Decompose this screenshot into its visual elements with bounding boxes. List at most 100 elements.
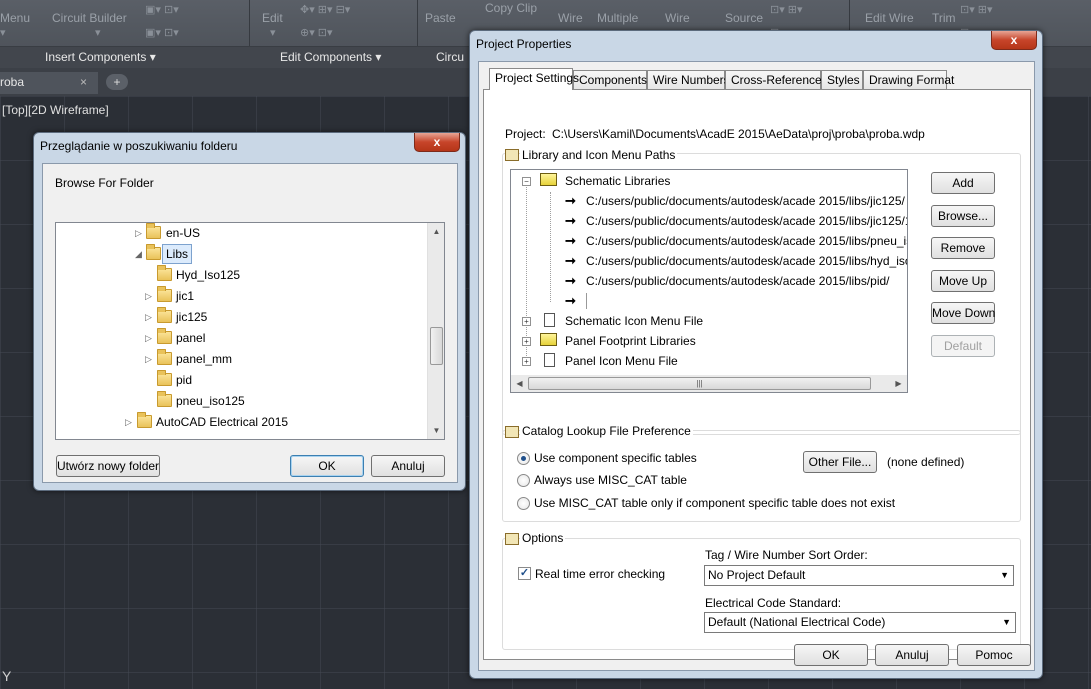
ribbon-wire2-label[interactable]: Wire (665, 11, 690, 25)
document-tab[interactable]: roba × (0, 72, 98, 94)
tree-item-libs[interactable]: ◢ Libs (56, 244, 426, 264)
tree-item-schematic-libraries[interactable]: − Schematic Libraries (511, 171, 901, 191)
close-icon[interactable]: × (80, 75, 87, 89)
tree-item-panel[interactable]: ▷ panel (56, 328, 426, 348)
ribbon-trim-label[interactable]: Trim (932, 11, 956, 25)
tree-item-library-path[interactable]: ➞ C:/users/public/documents/autodesk/aca… (511, 271, 901, 291)
panel-title-insert-components[interactable]: Insert Components ▾ (45, 50, 156, 64)
folder-icon (157, 286, 172, 302)
expand-arrow-icon[interactable]: ▷ (145, 286, 152, 306)
sort-order-select[interactable]: No Project Default ▼ (704, 565, 1014, 586)
horizontal-scrollbar[interactable]: ◀ ||| ▶ (511, 375, 907, 392)
other-file-button[interactable]: Other File... (803, 451, 877, 473)
cancel-button[interactable]: Anuluj (371, 455, 445, 477)
ribbon-source-label[interactable]: Source (725, 11, 763, 25)
tool-icon[interactable]: ⊡▾ ⊞▾ (960, 3, 993, 16)
radio-label[interactable]: Always use MISC_CAT table (534, 473, 687, 487)
tree-item-library-path[interactable]: ➞ C:/users/public/documents/autodesk/aca… (511, 211, 907, 231)
scroll-down-icon[interactable]: ▼ (428, 422, 444, 439)
radio-label[interactable]: Use component specific tables (534, 451, 697, 465)
default-button[interactable]: Default (931, 335, 995, 357)
tab-drawing-format[interactable]: Drawing Format (863, 70, 954, 89)
ribbon-multiple-label[interactable]: Multiple (597, 11, 638, 25)
tool-icon[interactable]: ⊡▾ ⊞▾ (770, 3, 803, 16)
expand-icon[interactable]: + (522, 337, 531, 346)
scroll-up-icon[interactable]: ▲ (428, 223, 444, 240)
tree-item-library-path[interactable]: ➞ C:/users/public/documents/autodesk/aca… (511, 251, 907, 271)
add-button[interactable]: Add (931, 172, 995, 194)
new-folder-button[interactable]: Utwórz nowy folder (56, 455, 160, 477)
ok-button[interactable]: OK (794, 644, 868, 666)
scroll-right-icon[interactable]: ▶ (890, 375, 907, 392)
ok-button[interactable]: OK (290, 455, 364, 477)
panel-title-edit-components[interactable]: Edit Components ▾ (280, 50, 381, 64)
scrollbar-thumb[interactable] (430, 327, 443, 365)
scroll-left-icon[interactable]: ◀ (511, 375, 528, 392)
chevron-down-icon: ▾ (375, 50, 382, 64)
real-time-error-checkbox[interactable]: ✓ (518, 567, 531, 580)
radio-label[interactable]: Use MISC_CAT table only if component spe… (534, 496, 895, 510)
tab-wire-numbers[interactable]: Wire Numbers (647, 70, 730, 89)
collapse-arrow-icon[interactable]: ◢ (135, 244, 142, 264)
tree-item-panel-mm[interactable]: ▷ panel_mm (56, 349, 426, 369)
tree-item-library-path[interactable]: ➞ C:/users/public/documents/autodesk/aca… (511, 231, 907, 251)
code-standard-select[interactable]: Default (National Electrical Code) ▼ (704, 612, 1016, 633)
tree-item-hyd-iso125[interactable]: Hyd_Iso125 (56, 265, 426, 285)
tab-project-settings[interactable]: Project Settings (489, 68, 579, 90)
ribbon-wire-label[interactable]: Wire (558, 11, 583, 25)
ribbon-paste-label[interactable]: Paste (425, 11, 456, 25)
checkbox-label[interactable]: Real time error checking (535, 567, 665, 581)
collapse-icon[interactable]: − (522, 177, 531, 186)
tree-item-pneu-iso125[interactable]: pneu_iso125 (56, 391, 426, 411)
expand-icon[interactable]: + (522, 317, 531, 326)
expand-arrow-icon[interactable]: ▷ (145, 307, 152, 327)
browse-button[interactable]: Browse... (931, 205, 995, 227)
tree-item-autocad-electrical[interactable]: ▷ AutoCAD Electrical 2015 (56, 412, 426, 432)
close-button[interactable]: x (991, 31, 1037, 50)
tree-item-jic1[interactable]: ▷ jic1 (56, 286, 426, 306)
close-button[interactable]: x (414, 133, 460, 152)
project-label: Project: (505, 127, 546, 141)
ribbon-copy-clip-label[interactable]: Copy Clip (485, 1, 537, 15)
ribbon-circuit-builder-label[interactable]: Circuit Builder (52, 11, 127, 25)
tree-item-new-path[interactable]: ➞ (511, 291, 901, 311)
help-button[interactable]: Pomoc (957, 644, 1031, 666)
tree-item-en-us[interactable]: ▷ en-US (56, 223, 426, 243)
ribbon-edit-wire-label[interactable]: Edit Wire (865, 11, 914, 25)
tool-icon[interactable]: ▣▾ ⊡▾ (145, 26, 179, 39)
vertical-scrollbar[interactable]: ▲ ▼ (427, 223, 444, 439)
tree-item-panel-icon-menu[interactable]: + Panel Icon Menu File (511, 351, 901, 371)
move-up-button[interactable]: Move Up (931, 270, 995, 292)
tab-styles[interactable]: Styles (821, 70, 863, 89)
tree-item-jic125[interactable]: ▷ jic125 (56, 307, 426, 327)
tool-icon[interactable]: ✥▾ ⊞▾ ⊟▾ (300, 3, 350, 16)
expand-arrow-icon[interactable]: ▷ (145, 328, 152, 348)
ribbon-edit-label[interactable]: Edit (262, 11, 283, 25)
cancel-button[interactable]: Anuluj (875, 644, 949, 666)
panel-title-circuit[interactable]: Circu (436, 50, 464, 64)
tree-item-panel-footprint[interactable]: + Panel Footprint Libraries (511, 331, 901, 351)
tree-item-pid[interactable]: pid (56, 370, 426, 390)
expand-icon[interactable]: + (522, 357, 531, 366)
view-label[interactable]: [Top][2D Wireframe] (2, 103, 109, 117)
move-down-button[interactable]: Move Down (931, 302, 995, 324)
arrow-right-icon: ➞ (565, 193, 576, 208)
remove-button[interactable]: Remove (931, 237, 995, 259)
tree-item-schematic-icon-menu[interactable]: + Schematic Icon Menu File (511, 311, 901, 331)
radio-always-misc-cat[interactable] (517, 474, 530, 487)
ribbon-menu-label[interactable]: Menu (0, 11, 30, 25)
tab-cross-references[interactable]: Cross-References (725, 70, 828, 89)
expand-arrow-icon[interactable]: ▷ (145, 349, 152, 369)
radio-use-component-tables[interactable] (517, 452, 530, 465)
library-paths-tree[interactable]: − Schematic Libraries ➞ C:/users/public/… (510, 169, 908, 393)
folder-tree[interactable]: ▷ en-US ◢ Libs Hyd_Iso125 ▷ jic1 ▷ jic12… (55, 222, 445, 440)
expand-arrow-icon[interactable]: ▷ (135, 223, 142, 243)
tool-icon[interactable]: ⊕▾ ⊡▾ (300, 26, 333, 39)
tree-item-library-path[interactable]: ➞ C:/users/public/documents/autodesk/aca… (511, 191, 905, 211)
scrollbar-thumb[interactable]: ||| (528, 377, 871, 390)
tool-icon[interactable]: ▣▾ ⊡▾ (145, 3, 179, 16)
add-tab-icon[interactable]: + (106, 74, 128, 90)
expand-arrow-icon[interactable]: ▷ (125, 412, 132, 432)
radio-misc-cat-fallback[interactable] (517, 497, 530, 510)
tab-components[interactable]: Components (573, 70, 647, 89)
